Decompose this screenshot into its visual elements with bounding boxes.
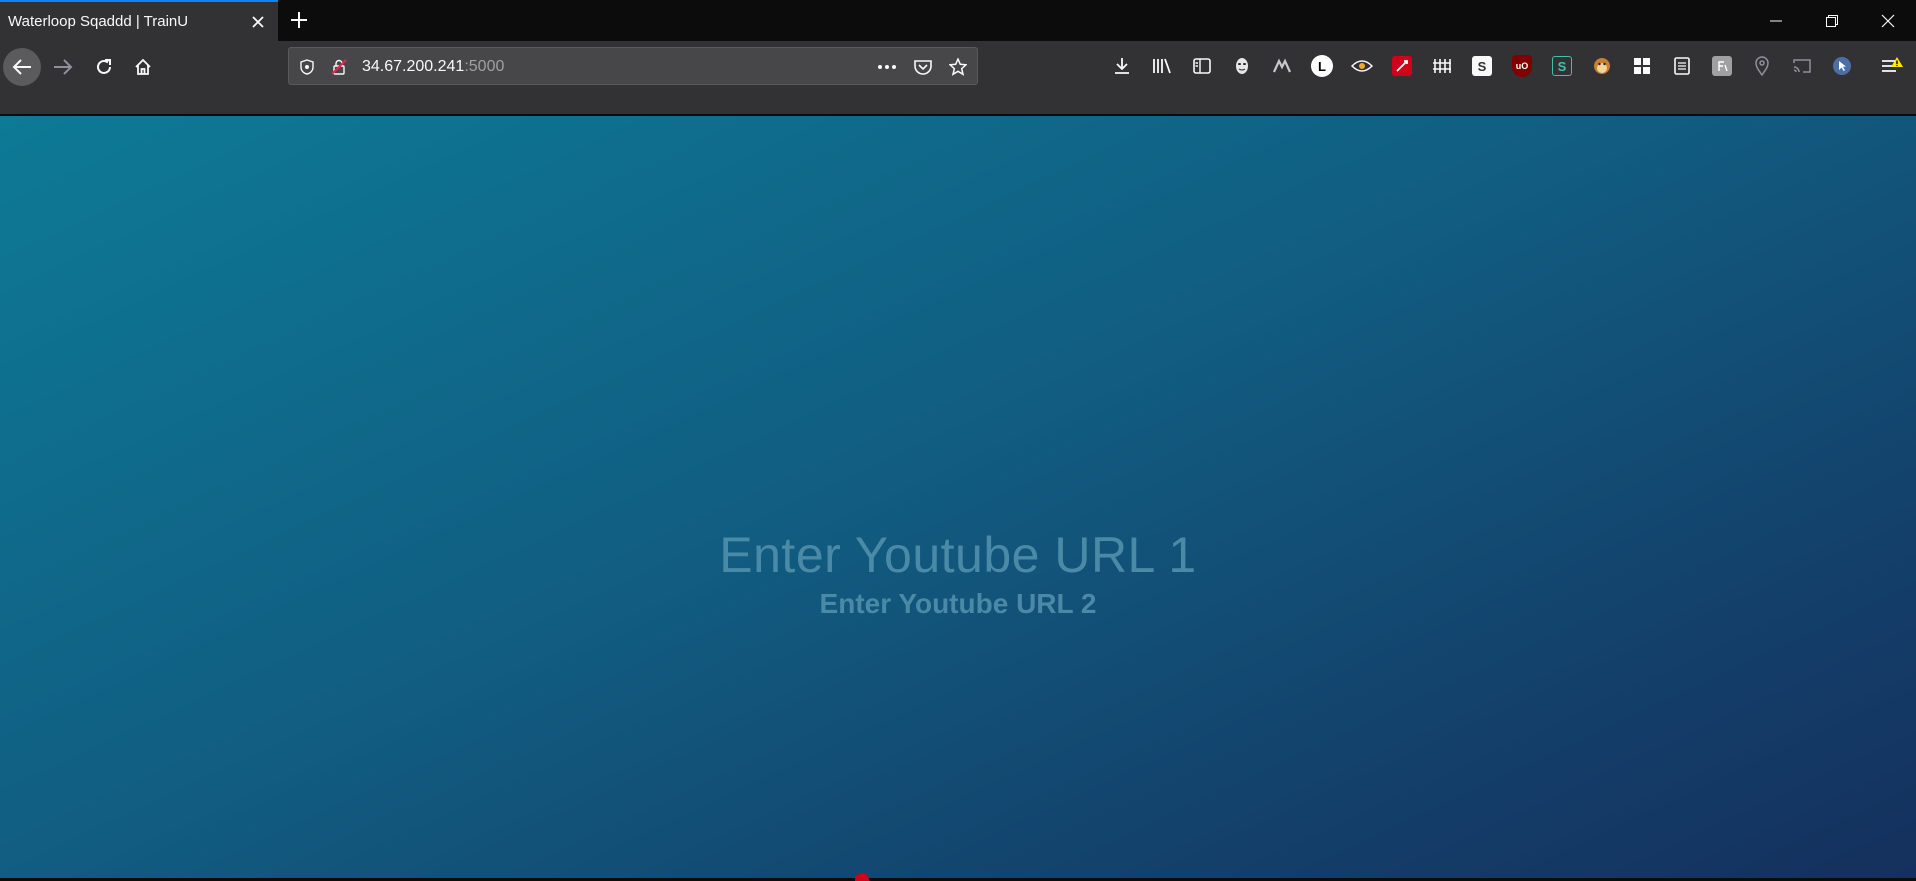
library-icon[interactable] — [1148, 52, 1176, 80]
forward-button[interactable] — [44, 48, 82, 86]
page-content: Enter Youtube URL 1 Enter Youtube URL 2 — [0, 116, 1916, 881]
eye-icon[interactable] — [1348, 52, 1376, 80]
pocket-icon[interactable] — [911, 55, 935, 79]
tab-strip: Waterloop Sqaddd | TrainU — [0, 0, 1916, 41]
minimize-icon[interactable] — [1748, 0, 1804, 41]
page-actions-icon[interactable] — [875, 55, 899, 79]
monkey-icon[interactable] — [1588, 52, 1616, 80]
pointer-icon[interactable] — [1828, 52, 1856, 80]
extension-l-label: L — [1311, 55, 1333, 77]
youtube-url-2-heading[interactable]: Enter Youtube URL 2 — [0, 588, 1916, 620]
home-button[interactable] — [124, 48, 162, 86]
url-port: :5000 — [464, 58, 505, 75]
download-icon[interactable] — [1108, 52, 1136, 80]
new-tab-button[interactable] — [283, 4, 315, 36]
insecure-lock-icon[interactable] — [327, 55, 351, 79]
partial-red-element — [855, 873, 869, 881]
menu-icon[interactable] — [1878, 52, 1906, 80]
youtube-url-1-heading[interactable]: Enter Youtube URL 1 — [0, 526, 1916, 584]
notes-icon[interactable] — [1668, 52, 1696, 80]
tab-title: Waterloop Sqaddd | TrainU — [8, 13, 189, 30]
sidebar-icon[interactable] — [1188, 52, 1216, 80]
close-window-icon[interactable] — [1860, 0, 1916, 41]
ublock-label: uO — [1512, 55, 1532, 77]
grid-icon[interactable] — [1428, 52, 1456, 80]
shield-icon[interactable] — [295, 55, 319, 79]
url-host: 34.67.200.241 — [362, 58, 465, 75]
translate-icon[interactable] — [1708, 52, 1736, 80]
fire-icon[interactable] — [1388, 52, 1416, 80]
active-tab[interactable]: Waterloop Sqaddd | TrainU — [0, 0, 278, 41]
extension-l-icon[interactable]: L — [1308, 52, 1336, 80]
vpn-icon[interactable] — [1268, 52, 1296, 80]
location-icon[interactable] — [1748, 52, 1776, 80]
extension-s-label: S — [1472, 56, 1492, 76]
apps-icon[interactable] — [1628, 52, 1656, 80]
url-text: 34.67.200.241:5000 — [362, 58, 504, 76]
stylus-label: S — [1552, 56, 1572, 76]
bookmark-star-icon[interactable] — [946, 55, 970, 79]
stylus-icon[interactable]: S — [1548, 52, 1576, 80]
restore-icon[interactable] — [1804, 0, 1860, 41]
cast-icon[interactable] — [1788, 52, 1816, 80]
back-button[interactable] — [3, 48, 41, 86]
ublock-icon[interactable]: uO — [1508, 52, 1536, 80]
address-bar[interactable]: 34.67.200.241:5000 — [288, 47, 978, 85]
close-tab-icon[interactable] — [244, 8, 272, 36]
extension-s-icon[interactable]: S — [1468, 52, 1496, 80]
mask-icon[interactable] — [1228, 52, 1256, 80]
reload-button[interactable] — [85, 48, 123, 86]
